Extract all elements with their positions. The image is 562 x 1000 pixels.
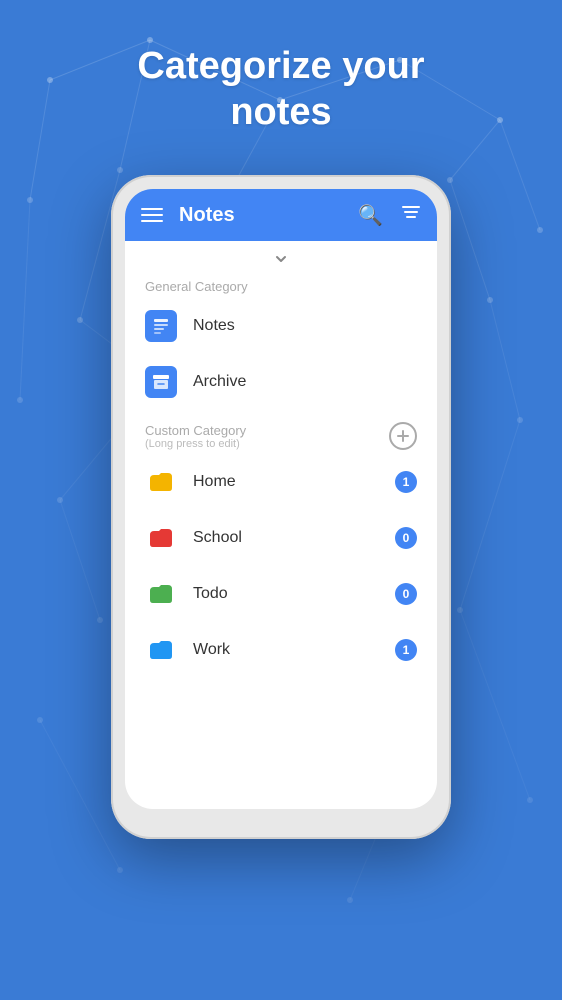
todo-badge: 0 [395,583,417,605]
app-bar-actions: 🔍 [358,202,421,228]
custom-category-header: Custom Category (Long press to edit) [125,410,437,454]
phone-frame: Notes 🔍 General Category [111,175,451,839]
notes-icon [145,310,177,342]
search-icon[interactable]: 🔍 [358,203,383,228]
home-label: Home [193,473,395,491]
todo-label: Todo [193,585,395,603]
custom-category-text: Custom Category (Long press to edit) [145,423,389,450]
custom-category-title: Custom Category [145,423,389,438]
phone-screen: Notes 🔍 General Category [125,189,437,809]
general-category-label: General Category [125,271,437,298]
work-badge: 1 [395,639,417,661]
add-category-button[interactable] [389,422,417,450]
list-item-archive[interactable]: Archive [125,354,437,410]
hero-title: Categorize your notes [97,44,464,135]
menu-icon[interactable] [141,208,163,222]
work-label: Work [193,641,395,659]
list-item-work[interactable]: Work 1 [125,622,437,678]
school-label: School [193,529,395,547]
custom-category-subtitle: (Long press to edit) [145,438,389,450]
archive-icon [145,366,177,398]
school-folder-icon [145,522,177,554]
app-bar: Notes 🔍 [125,189,437,241]
list-item-home[interactable]: Home 1 [125,454,437,510]
list-item-school[interactable]: School 0 [125,510,437,566]
notes-label: Notes [193,317,417,335]
school-badge: 0 [395,527,417,549]
list-item-notes[interactable]: Notes [125,298,437,354]
list-item-todo[interactable]: Todo 0 [125,566,437,622]
bottom-spacer [125,678,437,758]
work-folder-icon [145,634,177,666]
app-bar-title: Notes [179,204,358,227]
home-folder-icon [145,466,177,498]
filter-icon[interactable] [401,202,421,228]
todo-folder-icon [145,578,177,610]
collapse-chevron[interactable] [125,241,437,271]
home-badge: 1 [395,471,417,493]
archive-label: Archive [193,373,417,391]
